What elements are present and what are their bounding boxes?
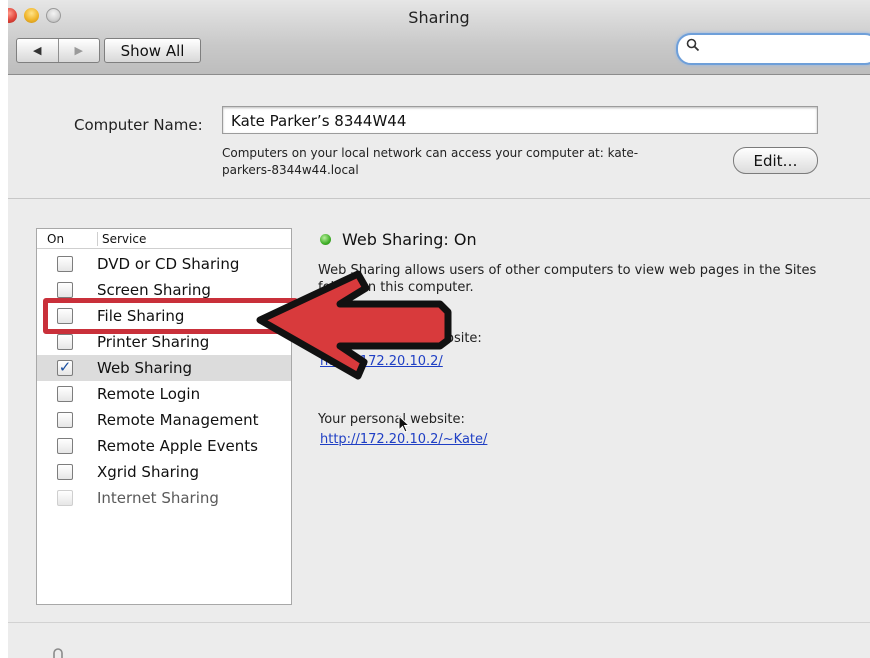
service-row-internet-sharing[interactable]: Internet Sharing xyxy=(37,485,291,511)
service-checkbox[interactable] xyxy=(57,490,73,506)
service-row-remote-login[interactable]: Remote Login xyxy=(37,381,291,407)
magnifier-icon xyxy=(686,38,700,56)
service-label: Internet Sharing xyxy=(97,489,219,507)
computer-name-label: Computer Name: xyxy=(74,116,203,134)
service-label: Remote Login xyxy=(97,385,201,403)
service-row-xgrid-sharing[interactable]: Xgrid Sharing xyxy=(37,459,291,485)
lock-icon[interactable] xyxy=(50,648,66,658)
service-label: Web Sharing xyxy=(97,359,193,377)
search-field[interactable] xyxy=(676,33,870,65)
forward-arrow-icon[interactable]: ▶ xyxy=(57,39,100,62)
service-label: Printer Sharing xyxy=(97,333,210,351)
pointer-arrow-icon xyxy=(256,270,452,380)
header-on[interactable]: On xyxy=(47,232,64,246)
address-line-1: Computers on your local network can acce… xyxy=(222,146,639,160)
back-forward-control: ◀ ▶ xyxy=(16,38,100,63)
window-title: Sharing xyxy=(408,8,470,27)
service-checkbox[interactable] xyxy=(57,386,73,402)
bottom-divider xyxy=(8,622,870,623)
service-row-remote-management[interactable]: Remote Management xyxy=(37,407,291,433)
service-row-remote-apple-events[interactable]: Remote Apple Events xyxy=(37,433,291,459)
service-label: Remote Management xyxy=(97,411,259,429)
personal-website-link[interactable]: http://172.20.10.2/~Kate/ xyxy=(320,432,487,447)
edit-button[interactable]: Edit… xyxy=(733,147,818,174)
address-line-2: parkers-8344w44.local xyxy=(222,163,359,177)
personal-website-label: Your personal website: xyxy=(318,412,465,427)
service-checkbox[interactable] xyxy=(57,412,73,428)
show-all-button[interactable]: Show All xyxy=(104,38,201,63)
title-bar: Sharing ◀ ▶ Show All xyxy=(8,0,870,75)
service-checkbox[interactable] xyxy=(57,334,73,350)
service-label: Remote Apple Events xyxy=(97,437,258,455)
search-input[interactable] xyxy=(704,38,868,58)
back-arrow-icon[interactable]: ◀ xyxy=(17,39,58,62)
status-on-icon xyxy=(320,234,331,245)
services-list-header: On Service xyxy=(37,229,291,249)
computer-name-field[interactable]: Kate Parker’s 8344W44 xyxy=(222,106,818,134)
service-checkbox[interactable] xyxy=(57,256,73,272)
status-title: Web Sharing: On xyxy=(342,230,477,249)
service-label: DVD or CD Sharing xyxy=(97,255,240,273)
service-label: Screen Sharing xyxy=(97,281,211,299)
service-checkbox[interactable]: ✓ xyxy=(57,360,73,376)
service-checkbox[interactable] xyxy=(57,464,73,480)
divider xyxy=(8,198,870,199)
computer-address-description: Computers on your local network can acce… xyxy=(222,145,722,179)
service-label: Xgrid Sharing xyxy=(97,463,200,481)
mouse-cursor-icon xyxy=(398,415,410,433)
service-checkbox[interactable] xyxy=(57,438,73,454)
service-checkbox[interactable] xyxy=(57,282,73,298)
header-service[interactable]: Service xyxy=(97,232,146,246)
sharing-window: Sharing ◀ ▶ Show All Computer Name: Kate… xyxy=(8,0,870,658)
